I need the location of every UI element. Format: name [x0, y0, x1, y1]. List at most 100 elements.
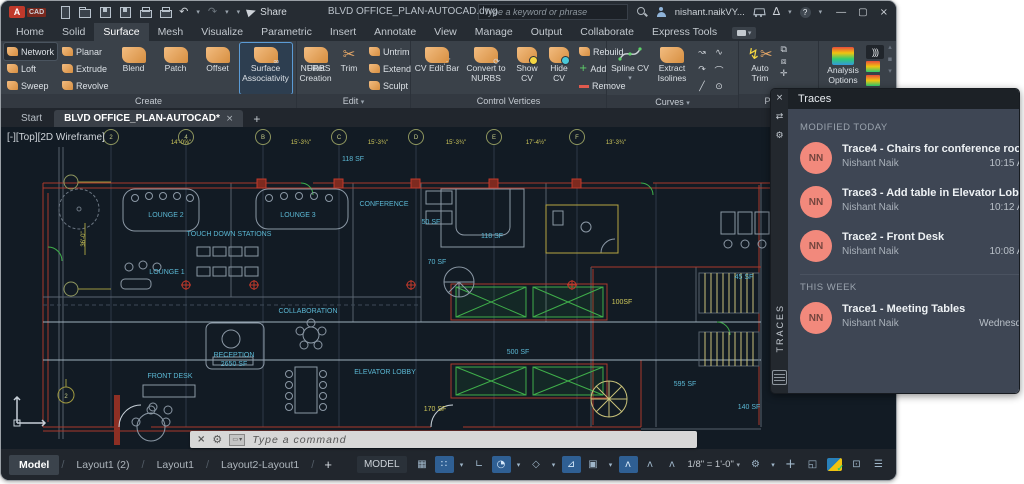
tab-manage[interactable]: Manage: [466, 23, 522, 41]
offset-button[interactable]: Offset: [198, 43, 238, 94]
customization-plus-icon[interactable]: +: [781, 456, 800, 473]
workspace-caret-icon[interactable]: ▾: [768, 456, 778, 473]
hide-cv-button[interactable]: HideCV: [544, 43, 574, 94]
help-caret-icon[interactable]: ▾: [819, 8, 823, 16]
spline-cv-button[interactable]: Spline CV▾: [610, 43, 650, 95]
new-layout-button[interactable]: +: [316, 457, 340, 472]
curve-tool-icon[interactable]: ⊙: [711, 79, 727, 95]
traces-vertical-label[interactable]: TRACES: [775, 304, 785, 353]
qat-customize-caret-icon[interactable]: ▾: [237, 8, 241, 16]
annotation-autoscale-icon[interactable]: ʌ: [641, 456, 660, 473]
curve-tool-icon[interactable]: ⌒: [711, 62, 727, 78]
polar-tracking-icon[interactable]: ◔: [492, 456, 511, 473]
cv-edit-bar-button[interactable]: ⋰CV Edit Bar: [414, 43, 460, 94]
tab-visualize[interactable]: Visualize: [192, 23, 252, 41]
surface-associativity-button[interactable]: ∞SurfaceAssociativity: [240, 43, 292, 94]
graphics-performance-icon[interactable]: [825, 456, 844, 473]
close-drawing-icon[interactable]: ×: [226, 114, 234, 124]
app-store-cart-icon[interactable]: [753, 7, 765, 17]
palette-properties-gear-icon[interactable]: ⚙: [775, 131, 783, 141]
patch-button[interactable]: Patch: [156, 43, 196, 94]
ribbon-display-toggle[interactable]: ▾: [732, 27, 756, 39]
trace-title[interactable]: Trace2 - Front Desk: [842, 231, 1020, 243]
extrude-button[interactable]: Extrude: [59, 60, 112, 77]
tab-view[interactable]: View: [425, 23, 466, 41]
osnap-caret-icon[interactable]: ▾: [606, 456, 616, 473]
polar-caret-icon[interactable]: ▾: [514, 456, 524, 473]
tab-annotate[interactable]: Annotate: [365, 23, 425, 41]
workspace-gear-icon[interactable]: ⚙: [746, 456, 765, 473]
command-customize-icon[interactable]: ⚙: [212, 433, 222, 446]
edit-panel-label[interactable]: Edit ▾: [297, 94, 410, 108]
project-tool-icon[interactable]: ⧉: [780, 45, 788, 55]
palette-close-icon[interactable]: ×: [776, 93, 784, 103]
save-as-icon[interactable]: [119, 6, 131, 18]
tab-start[interactable]: Start: [11, 110, 52, 127]
edge-up-icon[interactable]: ▴: [888, 43, 892, 51]
curve-tool-icon[interactable]: ↷: [694, 62, 710, 78]
command-close-icon[interactable]: ×: [197, 434, 205, 445]
trace-item[interactable]: NN Trace1 - Meeting Tables Nishant NaikW…: [800, 302, 1020, 334]
palette-autohide-icon[interactable]: ⇄: [776, 112, 784, 122]
loft-button[interactable]: Loft: [4, 60, 57, 77]
print-icon[interactable]: [159, 6, 171, 18]
autodesk-icon[interactable]: ∆: [773, 6, 780, 18]
zebra-analysis-icon[interactable]: ))): [866, 45, 884, 59]
drawing-canvas[interactable]: [-][Top][2D Wireframe]: [1, 127, 896, 449]
undo-caret-icon[interactable]: ▾: [196, 8, 200, 16]
tab-current-drawing[interactable]: BLVD OFFICE_PLAN-AUTOCAD*×: [54, 110, 243, 127]
new-drawing-tab-button[interactable]: +: [245, 111, 268, 127]
curvature-analysis-icon[interactable]: [866, 61, 880, 72]
username-label[interactable]: nishant.naikVY...: [675, 7, 745, 18]
project-tool-icon[interactable]: ⧈: [780, 57, 788, 67]
tab-solid[interactable]: Solid: [53, 23, 94, 41]
undo-icon[interactable]: ↶: [179, 6, 188, 18]
trace-item[interactable]: NN Trace2 - Front Desk Nishant Naik10:08…: [800, 230, 1020, 262]
command-line[interactable]: × ⚙ ▭▾ Type a command: [190, 431, 697, 448]
tab-mesh[interactable]: Mesh: [149, 23, 193, 41]
close-button[interactable]: ×: [880, 7, 888, 18]
network-button[interactable]: Network: [4, 43, 57, 60]
trace-title[interactable]: Trace4 - Chairs for conference room: [842, 143, 1020, 155]
iso-caret-icon[interactable]: ▾: [549, 456, 559, 473]
extract-isolines-button[interactable]: ExtractIsolines: [652, 43, 692, 95]
redo-icon[interactable]: ↷: [208, 6, 217, 18]
show-cv-button[interactable]: ShowCV: [512, 43, 542, 94]
command-prompt[interactable]: Type a command: [252, 434, 346, 446]
help-icon[interactable]: ?: [800, 7, 811, 18]
planar-button[interactable]: Planar: [59, 43, 112, 60]
create-panel-label[interactable]: Create: [1, 94, 296, 108]
annotation-scale-value[interactable]: 1/8" = 1'-0" ▾: [685, 459, 743, 470]
curve-tool-icon[interactable]: ↝: [694, 45, 710, 61]
clean-screen-icon[interactable]: ⊡: [847, 456, 866, 473]
search-icon[interactable]: [636, 6, 648, 18]
status-menu-icon[interactable]: ☰: [869, 456, 888, 473]
tab-surface[interactable]: Surface: [94, 23, 148, 41]
object-snap-tracking-icon[interactable]: ⊿: [562, 456, 581, 473]
snap-caret-icon[interactable]: ▾: [457, 456, 467, 473]
isometric-drafting-icon[interactable]: ◇: [527, 456, 546, 473]
auto-trim-button[interactable]: ↯✂AutoTrim: [742, 43, 778, 94]
grid-display-icon[interactable]: ▦: [413, 456, 432, 473]
tab-home[interactable]: Home: [7, 23, 53, 41]
curves-panel-label[interactable]: Curves ▾: [607, 95, 738, 108]
blend-button[interactable]: Blend: [114, 43, 154, 94]
sculpt-button[interactable]: Sculpt: [366, 77, 414, 94]
redo-caret-icon[interactable]: ▾: [225, 8, 229, 16]
extend-button[interactable]: Extend: [366, 60, 414, 77]
layout-tab-layout1-2[interactable]: Layout1 (2): [66, 455, 139, 475]
trace-item[interactable]: NN Trace4 - Chairs for conference room N…: [800, 142, 1020, 174]
recent-commands-icon[interactable]: ▭▾: [229, 434, 245, 446]
palette-anchor-icon[interactable]: [772, 370, 787, 385]
revolve-button[interactable]: Revolve: [59, 77, 112, 94]
curve-tool-icon[interactable]: ∿: [711, 45, 727, 61]
open-file-icon[interactable]: [79, 6, 91, 18]
isolate-objects-icon[interactable]: ◱: [803, 456, 822, 473]
tab-output[interactable]: Output: [522, 23, 572, 41]
untrim-button[interactable]: Untrim: [366, 43, 414, 60]
share-button[interactable]: Share: [247, 7, 287, 18]
tab-express-tools[interactable]: Express Tools: [643, 23, 726, 41]
trace-title[interactable]: Trace3 - Add table in Elevator Lobby: [842, 187, 1020, 199]
tab-parametric[interactable]: Parametric: [252, 23, 321, 41]
plot-icon[interactable]: [139, 6, 151, 18]
